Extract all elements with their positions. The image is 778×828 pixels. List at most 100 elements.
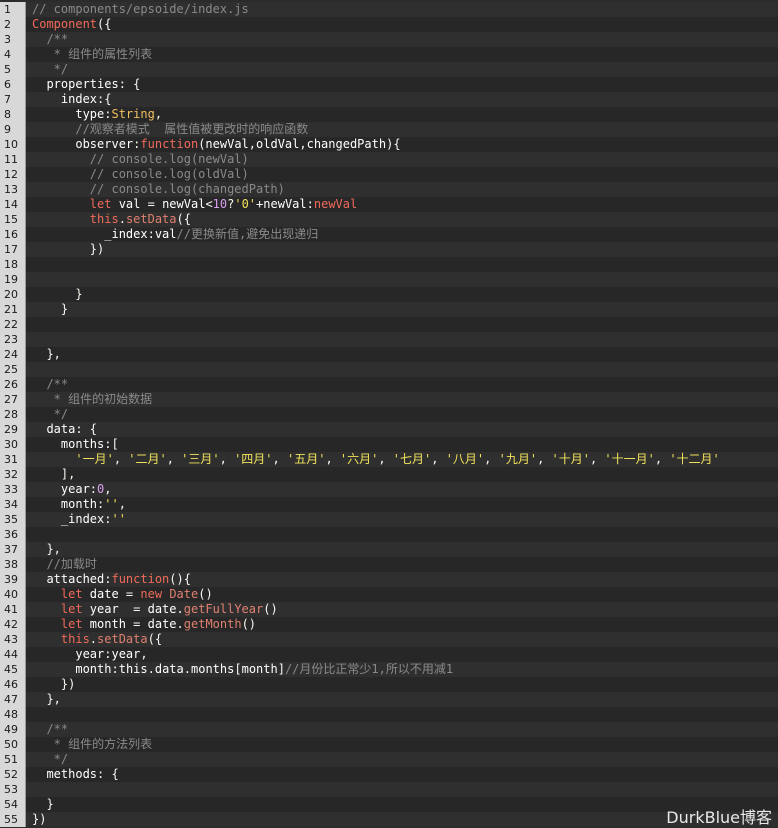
code-token: _index [32,512,105,526]
code-line[interactable]: 35 _index:'' [0,512,778,527]
line-number: 19 [0,272,26,287]
code-token: /** [32,377,69,391]
code-text: /** [32,32,68,47]
code-token: = [118,587,141,601]
code-line[interactable]: 28 */ [0,407,778,422]
code-line[interactable]: 49 /** [0,722,778,737]
code-token: : [306,197,314,211]
code-line[interactable]: 13 // console.log(changedPath) [0,182,778,197]
code-line[interactable]: 23 [0,332,778,347]
code-line[interactable]: 41 let year = date.getFullYear() [0,602,778,617]
code-line[interactable]: 8 type:String, [0,107,778,122]
code-text: data: { [32,422,97,437]
code-line[interactable]: 43 this.setData({ [0,632,778,647]
code-line[interactable]: 2 Component({ [0,17,778,32]
code-token: * 组件的方法列表 [32,737,153,751]
code-text: let month = date.getMonth() [32,617,256,632]
code-text: year:year, [32,647,147,662]
code-line[interactable]: 3 /** [0,32,778,47]
code-line[interactable]: 16 _index:val//更换新值,避免出现递归 [0,227,778,242]
line-number: 33 [0,482,26,497]
code-token: setData [97,632,148,646]
code-line[interactable]: 1 // components/epsoide/index.js [0,2,778,17]
code-token: Date [169,587,199,601]
code-text: /** [32,377,68,392]
code-line[interactable]: 11 // console.log(newVal) [0,152,778,167]
code-line[interactable]: 42 let month = date.getMonth() [0,617,778,632]
code-line[interactable]: 31 '一月', '二月', '三月', '四月', '五月', '六月', '… [0,452,778,467]
code-text: this.setData({ [32,632,162,647]
code-line[interactable]: 29 data: { [0,422,778,437]
code-line[interactable]: 4 * 组件的属性列表 [0,47,778,62]
line-number: 46 [0,677,26,692]
code-line[interactable]: 30 months:[ [0,437,778,452]
code-token: index [32,92,98,106]
code-token: = [140,197,163,211]
code-line[interactable]: 20 } [0,287,778,302]
code-token: newVal [205,137,249,151]
code-token: this [32,632,90,646]
code-line[interactable]: 17 }) [0,242,778,257]
code-text: */ [32,62,68,77]
code-token: '二月' [128,452,167,466]
code-line[interactable]: 45 month:this.data.months[month]//月份比正常少… [0,662,778,677]
code-token: , [272,452,287,466]
line-number: 36 [0,527,26,542]
code-token: . [89,632,98,646]
code-text: this.setData({ [32,212,191,227]
code-line[interactable]: 32 ], [0,467,778,482]
code-token: . [176,602,184,616]
code-line[interactable]: 53 [0,782,778,797]
line-number: 31 [0,452,26,467]
code-line[interactable]: 24 }, [0,347,778,362]
code-token: '八月' [445,452,485,466]
code-line[interactable]: 9 //观察者模式 属性值被更改时的响应函数 [0,122,778,137]
code-token: , [154,107,163,121]
code-token: }, [32,542,61,556]
code-editor[interactable]: 1 // components/epsoide/index.js 2 Componen… [0,0,778,828]
code-line[interactable]: 27 * 组件的初始数据 [0,392,778,407]
code-line[interactable]: 26 /** [0,377,778,392]
code-token: , [537,452,552,466]
code-token: // console.log(newVal) [32,152,249,166]
code-line[interactable]: 40 let date = new Date() [0,587,778,602]
code-line[interactable]: 15 this.setData({ [0,212,778,227]
code-line[interactable]: 51 */ [0,752,778,767]
code-line[interactable]: 47 }, [0,692,778,707]
code-line[interactable]: 21 } [0,302,778,317]
code-line[interactable]: 36 [0,527,778,542]
code-line[interactable]: 6 properties: { [0,77,778,92]
line-number: 52 [0,767,26,782]
code-line[interactable]: 22 [0,317,778,332]
code-line[interactable]: 44 year:year, [0,647,778,662]
code-text: index:{ [32,92,112,107]
line-number: 32 [0,467,26,482]
line-number: 7 [0,92,26,107]
code-line[interactable]: 7 index:{ [0,92,778,107]
code-line[interactable]: 50 * 组件的方法列表 [0,737,778,752]
code-token: attached [32,572,105,586]
code-line[interactable]: 54 } [0,797,778,812]
line-number: 15 [0,212,26,227]
code-line[interactable]: 5 */ [0,62,778,77]
code-line[interactable]: 39 attached:function(){ [0,572,778,587]
code-line[interactable]: 46 }) [0,677,778,692]
code-line[interactable]: 34 month:'', [0,497,778,512]
code-line[interactable]: 33 year:0, [0,482,778,497]
code-line[interactable]: 12 // console.log(oldVal) [0,167,778,182]
code-token: newVal [162,197,206,211]
code-line[interactable]: 37 }, [0,542,778,557]
code-token: */ [32,407,69,421]
code-line[interactable]: 25 [0,362,778,377]
code-line[interactable]: 55}) [0,812,778,827]
code-text: }) [32,812,46,827]
code-line[interactable]: 48 [0,707,778,722]
code-line[interactable]: 38 //加载时 [0,557,778,572]
code-token: /** [32,722,69,736]
code-line[interactable]: 18 [0,257,778,272]
code-line[interactable]: 14 let val = newVal<10?'0'+newVal:newVal [0,197,778,212]
code-line[interactable]: 52 methods: { [0,767,778,782]
code-line[interactable]: 10 observer:function(newVal,oldVal,chang… [0,137,778,152]
code-token: , [378,452,393,466]
code-line[interactable]: 19 [0,272,778,287]
